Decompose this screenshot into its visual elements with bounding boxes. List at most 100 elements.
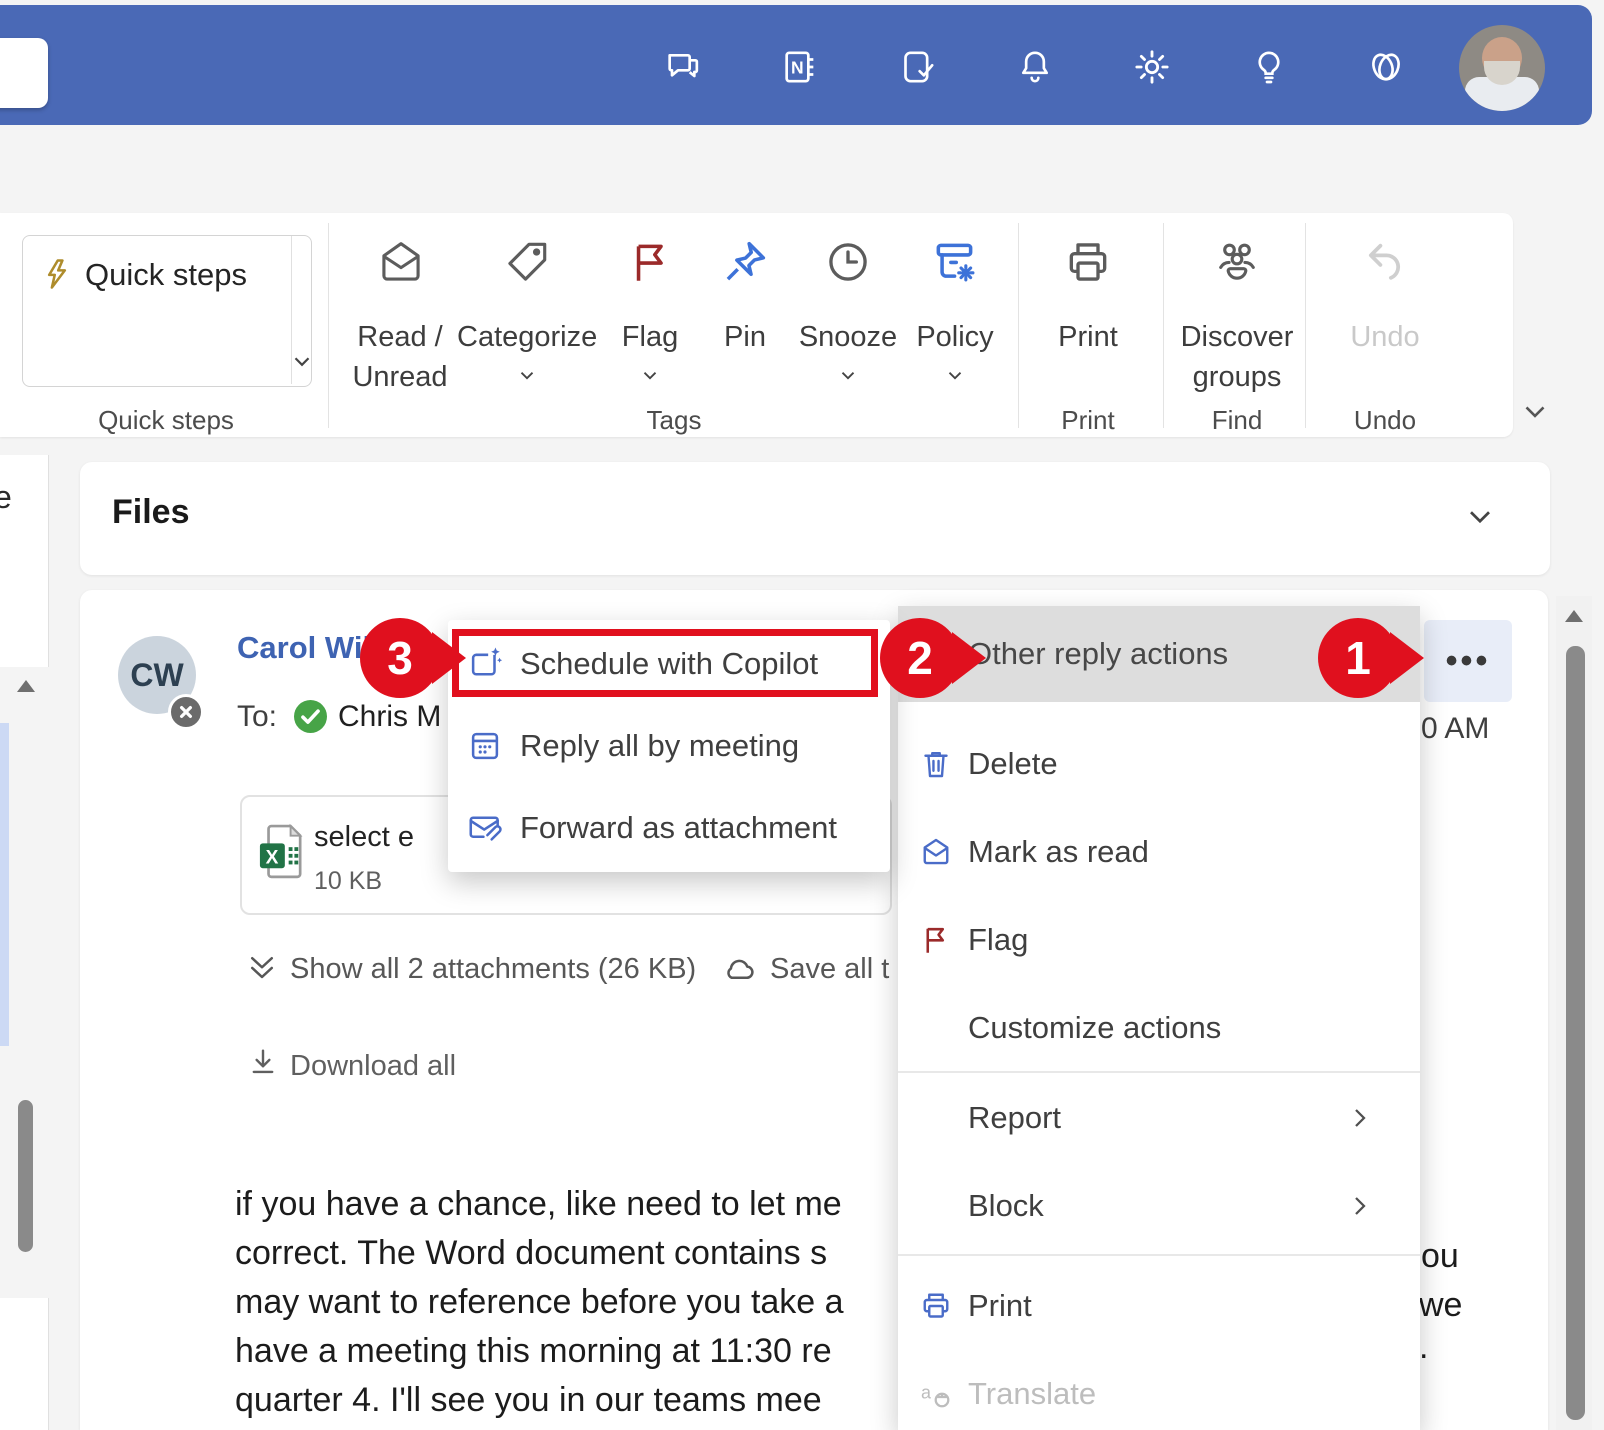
archive-policy-icon (930, 237, 980, 287)
body-line: may want to reference before you take a (235, 1283, 844, 1322)
menu-separator (898, 1071, 1420, 1073)
reply-actions-context-menu: Other reply actions Delete Mark as read … (898, 606, 1420, 1430)
quick-steps-gallery[interactable]: Quick steps (22, 235, 312, 387)
message-list-pane-edge: e (0, 455, 49, 667)
body-fragment: . (1419, 1328, 1428, 1367)
mail-open-icon (376, 237, 426, 287)
todo-icon[interactable] (898, 47, 938, 87)
tag-icon (502, 237, 552, 287)
presence-blocked-icon (168, 694, 204, 730)
annotation-arrow-icon (432, 632, 466, 684)
flag-icon (625, 237, 675, 287)
menu-item-print[interactable]: Print (898, 1268, 1420, 1344)
trash-icon (918, 746, 954, 782)
to-label: To: (237, 700, 277, 734)
tips-lightbulb-icon[interactable] (1249, 47, 1289, 87)
translate-icon: a (918, 1376, 954, 1412)
group-label-undo: Undo (1335, 405, 1435, 436)
feedback-icon[interactable] (663, 47, 703, 87)
annotation-highlight-box (452, 629, 878, 697)
download-icon (246, 1045, 280, 1079)
list-scrollbar-thumb[interactable] (18, 1100, 33, 1252)
pin-icon (720, 237, 770, 287)
lightning-icon (39, 256, 75, 292)
ribbon-toolbar: Quick steps Quick steps Read / Unread Ca… (0, 213, 1513, 437)
quick-steps-label: Quick steps (85, 257, 247, 293)
svg-text:X: X (266, 847, 279, 868)
save-all-link[interactable]: Save all t (770, 953, 889, 986)
chevron-down-icon[interactable] (289, 348, 315, 374)
menu-item-customize-actions[interactable]: Customize actions (898, 990, 1420, 1066)
menu-item-mark-as-read[interactable]: Mark as read (898, 814, 1420, 890)
clipped-list-text: e (0, 479, 12, 516)
menu-item-report[interactable]: Report (898, 1080, 1420, 1156)
attachment-size: 10 KB (314, 867, 382, 896)
annotation-arrow-icon (952, 632, 986, 684)
main-scrollbar-thumb[interactable] (1566, 646, 1585, 1420)
group-label-tags: Tags (574, 405, 774, 436)
body-line: have a meeting this morning at 11:30 re (235, 1332, 832, 1371)
chevron-down-icon (516, 364, 538, 386)
annotation-step-2: 2 (880, 618, 960, 698)
svg-text:a: a (921, 1383, 932, 1403)
mail-open-icon (918, 834, 954, 870)
message-list-pane-edge-lower (0, 1298, 49, 1430)
email-time: 0 AM (1421, 712, 1489, 746)
people-icon (1212, 237, 1262, 287)
search-box-edge[interactable] (0, 38, 48, 108)
group-label-quick-steps: Quick steps (66, 405, 266, 436)
menu-item-translate[interactable]: a Translate (898, 1358, 1420, 1430)
email-sender-name[interactable]: Carol Wil (237, 630, 371, 666)
excel-file-icon: X (258, 823, 304, 879)
chevron-down-icon (639, 364, 661, 386)
chevron-right-icon (1344, 1190, 1376, 1222)
menu-item-forward-as-attachment[interactable]: Forward as attachment (448, 790, 890, 866)
ribbon-expand-chevron-icon[interactable] (1518, 394, 1552, 428)
printer-icon (918, 1288, 954, 1324)
mail-attachment-icon (466, 809, 504, 847)
annotation-step-1: 1 (1318, 618, 1398, 698)
body-line: correct. The Word document contains s (235, 1234, 827, 1273)
cloud-icon (720, 950, 758, 988)
copilot-icon[interactable] (1366, 47, 1406, 87)
user-avatar[interactable] (1459, 25, 1545, 111)
svg-text:N: N (791, 58, 804, 78)
files-section-title: Files (112, 493, 189, 532)
menu-separator (898, 1254, 1420, 1256)
chevron-down-icon (837, 364, 859, 386)
body-line: if you have a chance, like need to let m… (235, 1185, 842, 1224)
email-recipient[interactable]: Chris M (338, 700, 441, 734)
printer-icon (1063, 237, 1113, 287)
body-fragment: ou (1421, 1237, 1459, 1276)
menu-item-block[interactable]: Block (898, 1168, 1420, 1244)
group-label-print: Print (1038, 405, 1138, 436)
flag-icon (918, 922, 954, 958)
more-actions-button[interactable]: ••• (1424, 620, 1512, 702)
presence-available-icon (294, 700, 327, 733)
download-all-link[interactable]: Download all (290, 1050, 456, 1083)
show-all-attachments-link[interactable]: Show all 2 attachments (26 KB) (290, 953, 696, 986)
attachment-name: select e (314, 821, 414, 854)
annotation-step-3: 3 (360, 618, 440, 698)
files-collapse-chevron-icon[interactable] (1462, 498, 1498, 534)
double-chevron-down-icon[interactable] (244, 950, 280, 986)
selected-message-strip (0, 723, 9, 1046)
menu-item-flag[interactable]: Flag (898, 902, 1420, 978)
top-app-bar: N (0, 5, 1592, 125)
chevron-down-icon (944, 364, 966, 386)
settings-gear-icon[interactable] (1132, 47, 1172, 87)
main-scroll-up-icon[interactable] (1565, 610, 1583, 622)
group-label-find: Find (1167, 405, 1307, 436)
clock-icon (823, 237, 873, 287)
chevron-right-icon (1344, 1102, 1376, 1134)
calendar-icon (466, 727, 504, 765)
notifications-bell-icon[interactable] (1015, 47, 1055, 87)
onenote-icon[interactable]: N (780, 47, 820, 87)
annotation-arrow-icon (1390, 632, 1424, 684)
menu-item-reply-all-by-meeting[interactable]: Reply all by meeting (448, 708, 890, 784)
body-line: quarter 4. I'll see you in our teams mee (235, 1381, 822, 1420)
files-section: Files (80, 462, 1550, 575)
list-scroll-up-icon[interactable] (17, 680, 35, 692)
body-fragment: we (1419, 1286, 1462, 1325)
menu-item-delete[interactable]: Delete (898, 726, 1420, 802)
